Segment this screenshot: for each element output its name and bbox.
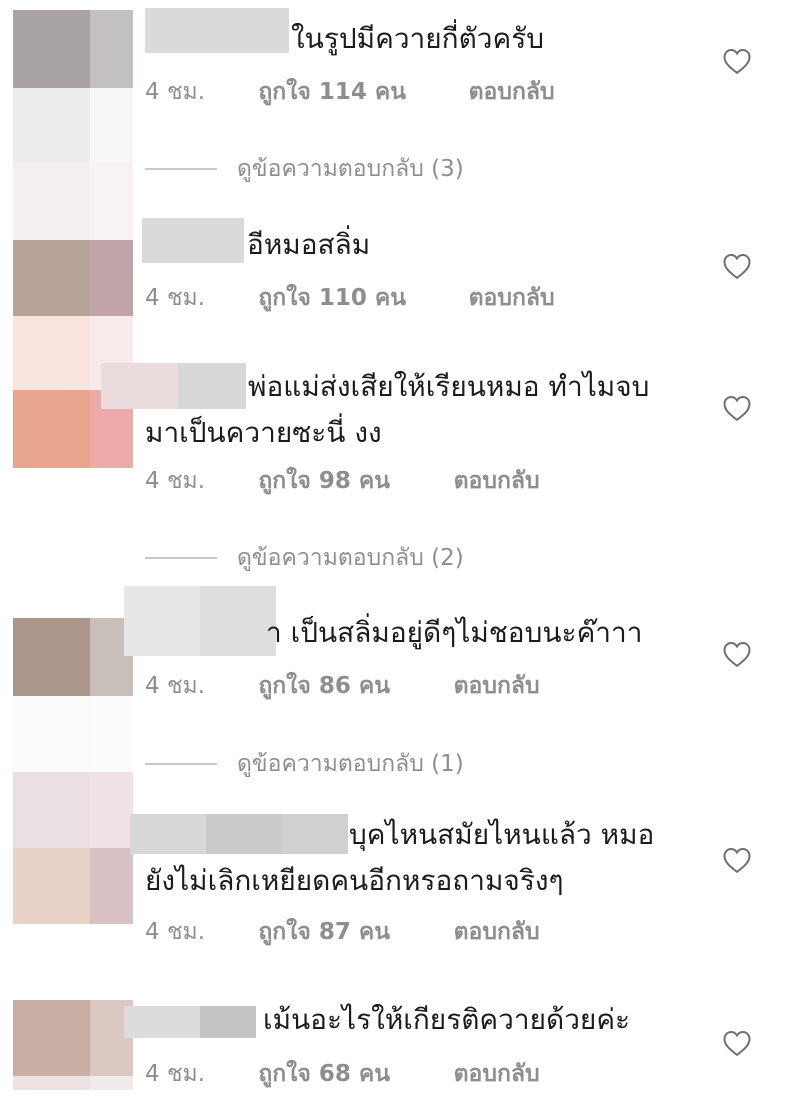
comment-time: 4 ชม. — [145, 468, 206, 494]
comment-text: บุคไหนสมัยไหนแล้ว หมอ ยังไม่เลิกเหยียดคน… — [145, 818, 655, 897]
like-count[interactable]: ถูกใจ 87 คน — [258, 914, 446, 950]
comment-time: 4 ชม. — [145, 1061, 206, 1087]
username-blur — [124, 1006, 200, 1038]
view-replies-link[interactable]: ดูข้อความตอบกลับ (2) — [145, 540, 464, 576]
view-replies-label: ดูข้อความตอบกลับ (1) — [237, 751, 464, 777]
reply-link[interactable]: ตอบกลับ — [454, 914, 540, 950]
username-blur — [200, 586, 276, 656]
comment-meta: 4 ชม. ถูกใจ 114 คน ตอบกลับ — [145, 74, 555, 110]
comment-meta: 4 ชม. ถูกใจ 110 คน ตอบกลับ — [145, 280, 555, 316]
username-blur — [200, 1006, 256, 1038]
username-blur — [142, 218, 244, 263]
comment-text: พ่อแม่ส่งเสียให้เรียนหมอ ทำไมจบ มาเป็นคว… — [145, 370, 650, 449]
comment-meta: 4 ชม. ถูกใจ 98 คน ตอบกลับ — [145, 463, 540, 499]
reply-link[interactable]: ตอบกลับ — [454, 463, 540, 499]
comment-text: อีหมอสลิ่ม — [247, 228, 371, 261]
heart-outline-icon[interactable] — [722, 47, 752, 75]
reply-link[interactable]: ตอบกลับ — [454, 668, 540, 704]
reply-link[interactable]: ตอบกลับ — [469, 74, 555, 110]
reply-link[interactable]: ตอบกลับ — [469, 280, 555, 316]
username-blur — [145, 8, 289, 53]
view-replies-line — [145, 557, 217, 559]
heart-outline-icon[interactable] — [722, 1029, 752, 1057]
avatar-pixel-column — [13, 0, 133, 1118]
comment-time: 4 ชม. — [145, 285, 206, 311]
username-blur — [124, 586, 200, 656]
like-count[interactable]: ถูกใจ 68 คน — [258, 1056, 446, 1092]
comment-text: า เป็นสลิ่มอยู่ดีๆไม่ชอบนะค๊าาา — [266, 616, 643, 649]
view-replies-label: ดูข้อความตอบกลับ (3) — [237, 156, 464, 182]
comment-time: 4 ชม. — [145, 673, 206, 699]
comment-time: 4 ชม. — [145, 79, 206, 105]
heart-outline-icon[interactable] — [722, 640, 752, 668]
heart-outline-icon[interactable] — [722, 394, 752, 422]
heart-outline-icon[interactable] — [722, 846, 752, 874]
view-replies-link[interactable]: ดูข้อความตอบกลับ (3) — [145, 151, 464, 187]
view-replies-line — [145, 168, 217, 170]
heart-outline-icon[interactable] — [722, 252, 752, 280]
comment-meta: 4 ชม. ถูกใจ 86 คน ตอบกลับ — [145, 668, 540, 704]
reply-link[interactable]: ตอบกลับ — [454, 1056, 540, 1092]
view-replies-line — [145, 763, 217, 765]
view-replies-link[interactable]: ดูข้อความตอบกลับ (1) — [145, 746, 464, 782]
like-count[interactable]: ถูกใจ 114 คน — [258, 74, 461, 110]
like-count[interactable]: ถูกใจ 86 คน — [258, 668, 446, 704]
comment-text: เม้นอะไรให้เกียรติควายด้วยค่ะ — [263, 1003, 631, 1036]
like-count[interactable]: ถูกใจ 98 คน — [258, 463, 446, 499]
like-count[interactable]: ถูกใจ 110 คน — [258, 280, 461, 316]
comment-meta: 4 ชม. ถูกใจ 68 คน ตอบกลับ — [145, 1056, 540, 1092]
view-replies-label: ดูข้อความตอบกลับ (2) — [237, 545, 464, 571]
comment-time: 4 ชม. — [145, 919, 206, 945]
comment-meta: 4 ชม. ถูกใจ 87 คน ตอบกลับ — [145, 914, 540, 950]
